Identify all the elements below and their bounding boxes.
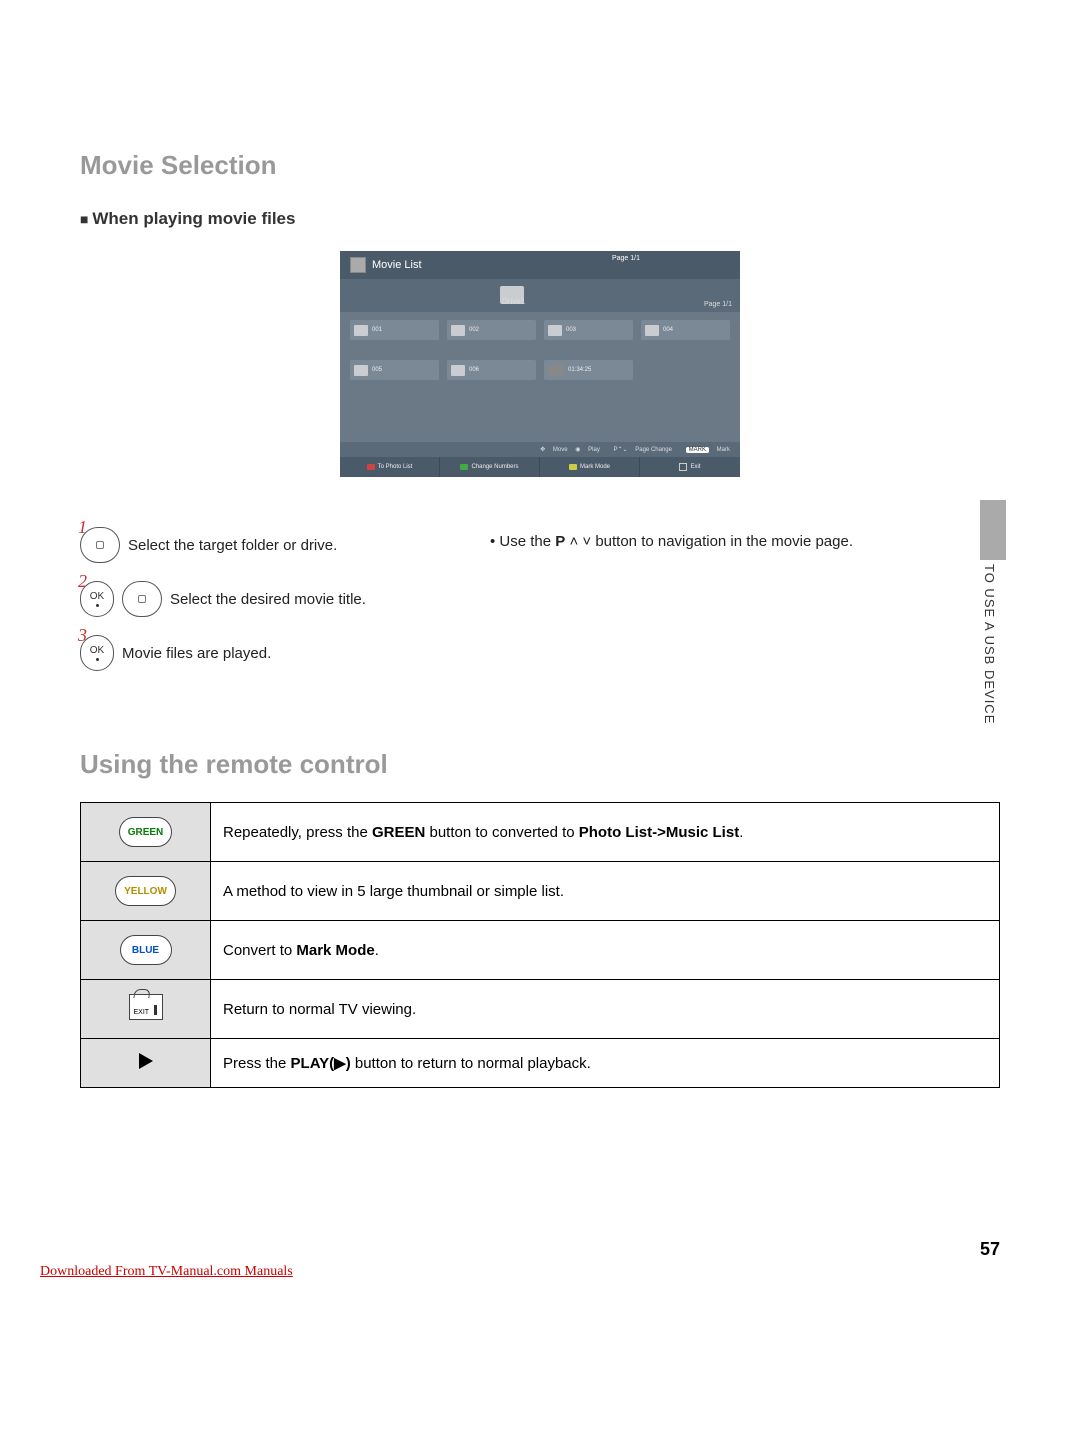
remote-control-table: GREEN Repeatedly, press the GREEN button… <box>80 802 1000 1088</box>
side-tab-marker <box>980 500 1006 560</box>
movie-list-screen: Movie List Page 1/1 Drive1 Page 1/1 001 … <box>340 251 740 477</box>
green-button-icon: GREEN <box>119 817 173 847</box>
folder-icon <box>451 365 465 376</box>
page-indicator-top: Page 1/1 <box>612 255 640 262</box>
list-item: 003 <box>544 320 633 340</box>
step-text: Select the target folder or drive. <box>128 537 337 554</box>
page-number: 57 <box>980 1239 1000 1260</box>
section-title: Movie Selection <box>80 150 1000 181</box>
list-item: 006 <box>447 360 536 380</box>
blue-button-icon: BLUE <box>120 935 172 965</box>
table-row: BLUE Convert to Mark Mode. <box>81 921 1000 980</box>
green-chip-icon <box>460 464 468 470</box>
yellow-desc: A method to view in 5 large thumbnail or… <box>211 862 1000 921</box>
table-row: GREEN Repeatedly, press the GREEN button… <box>81 803 1000 862</box>
table-row: Press the PLAY(▶) button to return to no… <box>81 1039 1000 1088</box>
yellow-chip-icon <box>569 464 577 470</box>
step-number: 2 <box>78 571 87 592</box>
screen-title: Movie List <box>372 259 422 271</box>
step-1: 1 Select the target folder or drive. <box>80 527 460 563</box>
exit-desc: Return to normal TV viewing. <box>211 980 1000 1039</box>
step-3: 3 OK Movie files are played. <box>80 635 460 671</box>
folder-icon <box>451 325 465 336</box>
section-title-2: Using the remote control <box>80 749 1000 780</box>
folder-icon <box>548 325 562 336</box>
list-item: 01:34:25 <box>544 360 633 380</box>
folder-icon <box>354 325 368 336</box>
hint-bar: ✥ Move ◉ Play P⌃⌄ Page Change MARK Mark <box>340 442 740 457</box>
list-item: 002 <box>447 320 536 340</box>
exit-icon <box>679 463 687 471</box>
section-side-tab: TO USE A USB DEVICE <box>976 500 1006 800</box>
table-row: YELLOW A method to view in 5 large thumb… <box>81 862 1000 921</box>
list-item: 004 <box>641 320 730 340</box>
step-text: Movie files are played. <box>122 645 271 662</box>
folder-icon <box>354 365 368 376</box>
green-desc: Repeatedly, press the GREEN button to co… <box>211 803 1000 862</box>
movie-thumb-icon <box>548 365 564 376</box>
step-2: 2 OK Select the desired movie title. <box>80 581 460 617</box>
list-item: 005 <box>350 360 439 380</box>
play-icon <box>139 1053 153 1069</box>
table-row: EXIT Return to normal TV viewing. <box>81 980 1000 1039</box>
red-chip-icon <box>367 464 375 470</box>
side-tab-text: TO USE A USB DEVICE <box>982 564 997 724</box>
download-source-link[interactable]: Downloaded From TV-Manual.com Manuals <box>40 1264 293 1280</box>
step-number: 3 <box>78 625 87 646</box>
page-indicator-sub: Page 1/1 <box>704 301 732 308</box>
blue-desc: Convert to Mark Mode. <box>211 921 1000 980</box>
step-number: 1 <box>78 517 87 538</box>
folder-icon <box>645 325 659 336</box>
exit-button-icon: EXIT <box>129 994 163 1020</box>
step-text: Select the desired movie title. <box>170 591 366 608</box>
yellow-button-icon: YELLOW <box>115 876 176 906</box>
play-desc: Press the PLAY(▶) button to return to no… <box>211 1039 1000 1088</box>
subsection-title: When playing movie files <box>80 209 1000 229</box>
drive-label: Drive1 <box>502 297 525 306</box>
bottom-bar: To Photo List Change Numbers Mark Mode E… <box>340 457 740 477</box>
dpad-icon <box>89 534 111 556</box>
film-icon <box>350 257 366 273</box>
list-item: 001 <box>350 320 439 340</box>
dpad-icon <box>131 588 153 610</box>
usage-note: • Use the P ˄ ˅ button to navigation in … <box>490 527 1000 556</box>
nav-button <box>122 581 162 617</box>
